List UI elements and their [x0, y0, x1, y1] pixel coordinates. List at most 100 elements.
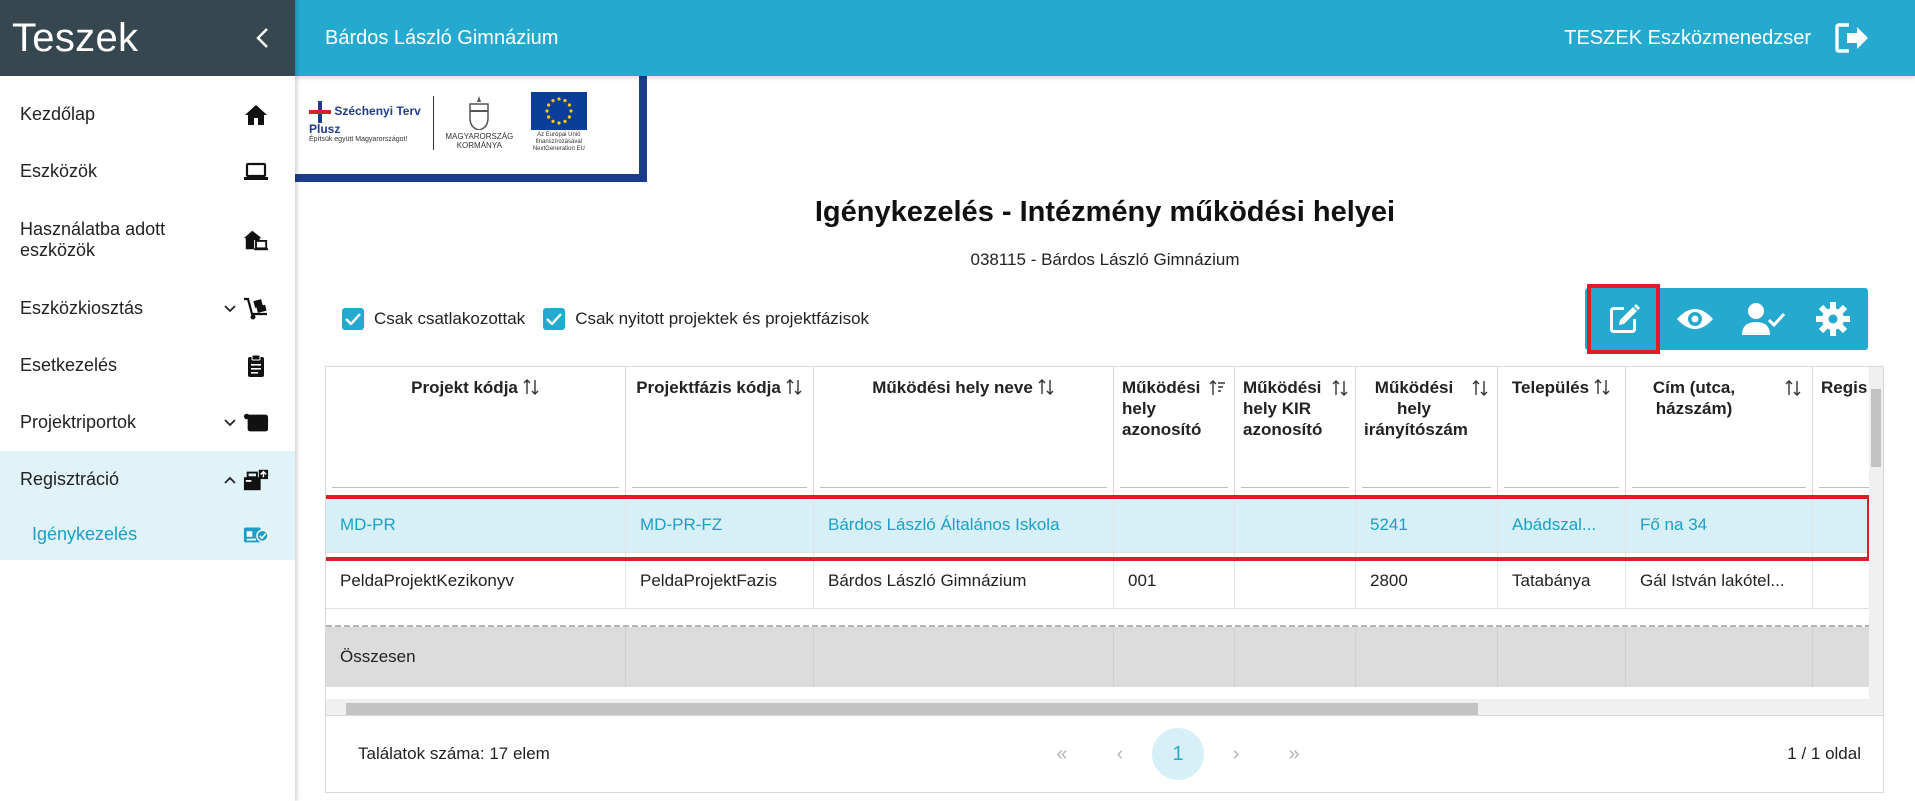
home-icon	[243, 102, 269, 128]
cell-iranyitoszam: 2800	[1356, 553, 1498, 609]
sidebar-item-hasznalatba-adott[interactable]: Használatba adott eszközök	[0, 200, 295, 280]
cell-cim: Gál István lakótel...	[1626, 553, 1813, 609]
column-filter-input[interactable]	[1241, 486, 1349, 488]
page-1-button[interactable]: 1	[1152, 728, 1204, 780]
sidebar-item-label: Regisztráció	[20, 469, 120, 489]
column-header-mukodesi-hely-iranyitoszam[interactable]: Működési hely irányítószám	[1356, 367, 1498, 497]
hand-truck-icon	[243, 296, 269, 322]
column-header-projektfazis-kodja[interactable]: Projektfázis kódja	[626, 367, 814, 497]
column-filter-input[interactable]	[820, 486, 1107, 488]
gear-icon	[1816, 302, 1851, 336]
settings-button[interactable]	[1799, 288, 1868, 350]
pager: Találatok száma: 17 elem « ‹ 1 › » 1 / 1…	[325, 716, 1884, 793]
page-of-label: 1 / 1 oldal	[1787, 744, 1861, 763]
page-title: Igénykezelés - Intézmény működési helyei	[814, 196, 1396, 228]
request-check-icon	[243, 521, 269, 547]
filter-bar: Csak csatlakozottak Csak nyitott projekt…	[342, 308, 869, 330]
connected-only-checkbox[interactable]: Csak csatlakozottak	[342, 308, 525, 330]
collapse-sidebar-button[interactable]	[249, 24, 277, 52]
total-row: Összesen	[326, 627, 1878, 687]
edit-button[interactable]	[1587, 284, 1661, 354]
vertical-scroll-thumb[interactable]	[1871, 389, 1881, 467]
sidebar-item-eszkozok[interactable]: Eszközök	[0, 143, 295, 200]
chevron-down-icon	[223, 302, 237, 316]
cell-projekt-kodja: MD-PR	[326, 497, 626, 553]
sort-icon[interactable]	[1037, 378, 1055, 396]
horizontal-scroll-thumb[interactable]	[346, 703, 1478, 715]
column-filter-input[interactable]	[632, 486, 807, 488]
last-page-button[interactable]: »	[1268, 728, 1320, 780]
cell-telepules: Tatabánya	[1498, 553, 1626, 609]
table-row[interactable]: MD-PR MD-PR-FZ Bárdos László Általános I…	[326, 497, 1878, 553]
clipboard-icon	[243, 353, 269, 379]
sort-icon[interactable]	[1593, 378, 1611, 396]
cell-kir-azonosito	[1235, 497, 1356, 553]
sidebar-item-regisztracio[interactable]: Regisztráció	[0, 451, 295, 508]
brand-bar: Teszek	[0, 0, 295, 76]
column-filter-input[interactable]	[332, 486, 619, 488]
checkbox-checked-icon	[342, 308, 364, 330]
data-grid: Projekt kódja Projektfázis kódja Működés…	[325, 366, 1884, 716]
column-header-mukodesi-hely-azonosito[interactable]: Működési hely azonosító	[1114, 367, 1235, 497]
column-filter-input[interactable]	[1120, 486, 1228, 488]
chevron-up-icon	[223, 473, 237, 487]
sort-icon[interactable]	[785, 378, 803, 396]
scroll-icon	[243, 410, 269, 436]
horizontal-scrollbar[interactable]	[326, 699, 1871, 715]
top-bar: Bárdos László Gimnázium TESZEK Eszközmen…	[295, 0, 1915, 76]
registration-icon	[243, 467, 269, 493]
column-header-mukodesi-hely-neve[interactable]: Működési hely neve	[814, 367, 1114, 497]
vertical-scrollbar[interactable]	[1869, 367, 1883, 715]
cell-azonosito: 001	[1114, 553, 1235, 609]
checkbox-checked-icon	[543, 308, 566, 330]
laptop-icon	[243, 159, 269, 185]
sort-ascending-icon[interactable]	[1208, 379, 1226, 397]
assign-user-button[interactable]	[1729, 288, 1798, 350]
sort-icon[interactable]	[1331, 379, 1349, 397]
page-subtitle: 038115 - Bárdos László Gimnázium	[970, 250, 1240, 269]
logout-button[interactable]	[1833, 18, 1873, 58]
chevron-down-icon	[223, 416, 237, 430]
szechenyi-logo: Széchenyi Terv Plusz Építsük együtt Magy…	[309, 101, 421, 144]
logout-icon	[1835, 23, 1868, 53]
cell-kir-azonosito	[1235, 553, 1356, 609]
column-header-telepules[interactable]: Település	[1498, 367, 1626, 497]
results-count: Találatok száma: 17 elem	[358, 744, 550, 763]
eu-logo: Az Európai Unió finanszírozásával NextGe…	[529, 92, 589, 153]
main-content: Széchenyi Terv Plusz Építsük együtt Magy…	[295, 76, 1915, 801]
eu-flag-icon	[530, 92, 587, 130]
open-projects-only-checkbox[interactable]: Csak nyitott projektek és projektfázisok	[543, 308, 869, 330]
cell-projekt-kodja: PeldaProjektKezikonyv	[326, 553, 626, 609]
sidebar-item-label: Projektriportok	[20, 412, 137, 432]
column-filter-input[interactable]	[1362, 486, 1491, 488]
sidebar-item-eszkozkiosztas[interactable]: Eszközkiosztás	[0, 280, 295, 337]
sort-icon[interactable]	[1784, 379, 1802, 397]
sidebar-subitem-igenykezeles[interactable]: Igénykezelés	[0, 508, 295, 560]
prev-page-button[interactable]: ‹	[1094, 728, 1146, 780]
action-toolbar	[1585, 284, 1868, 354]
view-button[interactable]	[1660, 288, 1729, 350]
column-filter-input[interactable]	[1632, 486, 1806, 488]
column-filter-input[interactable]	[1504, 486, 1619, 488]
cell-projektfazis-kodja: MD-PR-FZ	[626, 497, 814, 553]
sidebar-item-kezdolap[interactable]: Kezdőlap	[0, 86, 295, 143]
table-row[interactable]: PeldaProjektKezikonyv PeldaProjektFazis …	[326, 553, 1878, 609]
user-check-icon	[1742, 303, 1786, 335]
sidebar-item-label: Használatba adott eszközök	[20, 219, 166, 260]
sidebar-item-esetkezeles[interactable]: Esetkezelés	[0, 337, 295, 394]
sidebar-item-label: Kezdőlap	[20, 104, 96, 124]
sort-icon[interactable]	[1471, 379, 1489, 397]
first-page-button[interactable]: «	[1036, 728, 1088, 780]
next-page-button[interactable]: ›	[1210, 728, 1262, 780]
column-header-mukodesi-hely-kir[interactable]: Működési hely KIR azonosító	[1235, 367, 1356, 497]
edit-icon	[1609, 304, 1640, 333]
column-header-cim[interactable]: Cím (utca, házszám)	[1626, 367, 1813, 497]
cell-mukodesi-hely-neve: Bárdos László Általános Iskola	[814, 497, 1114, 553]
column-header-projekt-kodja[interactable]: Projekt kódja	[326, 367, 626, 497]
sidebar-item-projektriportok[interactable]: Projektriportok	[0, 394, 295, 451]
cell-projektfazis-kodja: PeldaProjektFazis	[626, 553, 814, 609]
sort-icon[interactable]	[522, 378, 540, 396]
column-filter-input[interactable]	[1819, 486, 1872, 488]
app-title: Teszek	[12, 15, 139, 60]
cell-cim: Fő na 34	[1626, 497, 1813, 553]
